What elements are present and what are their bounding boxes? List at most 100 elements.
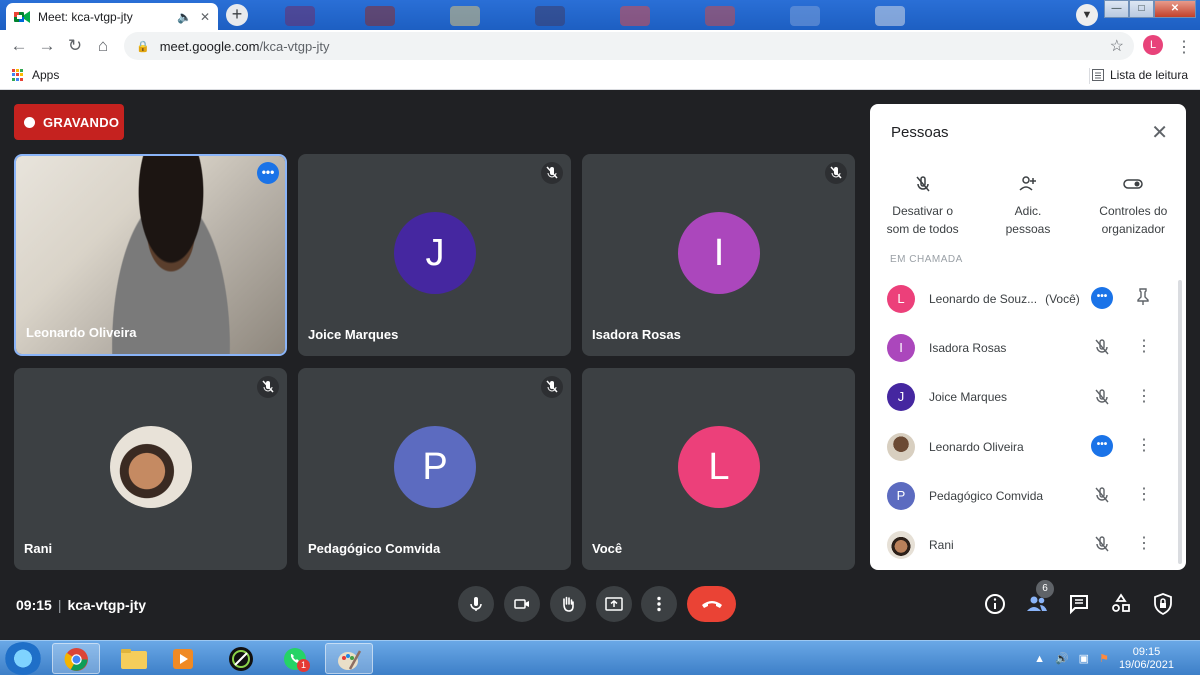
new-tab-button[interactable]: + [226,4,248,26]
close-panel-icon[interactable]: ✕ [1151,120,1168,145]
more-options-icon[interactable]: ⋮ [1136,486,1152,504]
host-controls-lock-icon[interactable] [1151,592,1175,616]
minimize-button[interactable]: — [1104,0,1129,18]
participant-tile-voce[interactable]: L Você [582,368,855,570]
taskbar-app-circle[interactable] [218,643,266,674]
participant-name: Você [592,541,623,556]
more-options-icon[interactable]: ⋮ [1136,388,1152,406]
reading-list-button[interactable]: Lista de leitura [1091,68,1188,82]
mic-off-icon[interactable] [1091,533,1113,555]
url-text: meet.google.com/kca-vtgp-jty [159,38,330,54]
system-tray: ▲ 🔊 ▣ ⚑ 09:15 19/06/2021 [1034,641,1200,675]
leave-call-button[interactable] [687,586,736,622]
more-options-button[interactable] [641,586,677,622]
avatar: P [887,481,915,510]
avatar: I [887,333,915,362]
in-call-section-label: EM CHAMADA [890,254,963,265]
you-label: (Você) [1045,291,1080,306]
participant-tile-pedagogico-comvida[interactable]: P Pedagógico Comvida [298,368,571,570]
mic-off-icon [916,176,930,192]
bookmark-star-icon[interactable]: ☆ [1110,36,1124,56]
pin-icon[interactable] [1136,288,1150,306]
action-center-flag-icon[interactable]: ⚑ [1099,652,1109,665]
forward-icon[interactable]: → [33,36,61,56]
background-tab-8[interactable] [875,6,905,26]
participant-name: Isadora Rosas [592,327,681,342]
network-icon[interactable]: ▣ [1079,652,1089,665]
raise-hand-button[interactable] [550,586,586,622]
bookmarks-bar: Apps Lista de leitura [0,62,1200,90]
home-icon[interactable]: ⌂ [89,36,117,56]
reading-list-label: Lista de leitura [1109,68,1188,82]
maximize-button[interactable]: □ [1129,0,1154,18]
participant-tile-leonardo-oliveira[interactable]: ••• Leonardo Oliveira [14,154,287,356]
recording-label: GRAVANDO [43,114,120,130]
background-tab-3[interactable] [450,6,480,26]
taskbar-explorer[interactable] [110,643,158,674]
close-window-button[interactable]: ✕ [1154,0,1196,18]
show-hidden-icons-icon[interactable]: ▲ [1034,653,1045,665]
avatar: L [887,284,915,313]
browser-menu-icon[interactable]: ⋮ [1176,37,1192,57]
folder-icon [121,649,147,669]
taskbar-chrome[interactable] [52,643,100,674]
more-options-icon[interactable]: ⋮ [1136,338,1152,356]
browser-tab-meet[interactable]: Meet: kca-vtgp-jty 🔈 ✕ [6,3,218,30]
system-clock[interactable]: 09:15 19/06/2021 [1119,646,1174,672]
host-controls-button[interactable]: Controles do organizador [1083,174,1183,238]
mute-all-button[interactable]: Desativar o som de todos [873,174,973,238]
taskbar-paint[interactable] [325,643,373,674]
taskbar-whatsapp[interactable]: 1 [270,643,318,674]
panel-title: Pessoas [891,124,949,141]
recording-dot-icon [24,116,35,128]
tab-search-icon[interactable]: ▼ [1076,4,1098,26]
meeting-info-icon[interactable] [983,592,1007,616]
address-bar[interactable]: 🔒 meet.google.com/kca-vtgp-jty ☆ [124,32,1134,60]
participant-tile-isadora-rosas[interactable]: I Isadora Rosas [582,154,855,356]
background-tab-5[interactable] [620,6,650,26]
add-people-button[interactable]: Adic. pessoas [978,174,1078,238]
background-tab-2[interactable] [365,6,395,26]
clock-date: 19/06/2021 [1118,658,1174,671]
recording-indicator[interactable]: GRAVANDO [14,104,124,140]
mic-button[interactable] [458,586,494,622]
list-item[interactable]: L Leonardo de Souz... (Você) ••• [870,274,1186,323]
taskbar-media-player[interactable] [160,643,208,674]
mic-off-icon[interactable] [1091,484,1113,506]
more-options-icon[interactable]: ⋮ [1136,535,1152,553]
list-item[interactable]: Leonardo Oliveira ••• ⋮ [870,422,1186,471]
more-options-icon[interactable]: ⋮ [1136,437,1152,455]
meeting-details: 09:15 | kca-vtgp-jty [16,597,146,613]
background-tab-7[interactable] [790,6,820,26]
chrome-icon [64,648,88,671]
mic-off-icon[interactable] [1091,386,1113,408]
mic-off-icon[interactable] [1091,336,1113,358]
reload-icon[interactable]: ↻ [61,36,89,56]
panel-scrollbar[interactable] [1178,280,1182,564]
avatar: J [887,383,915,412]
participant-tile-rani[interactable]: Rani [14,368,287,570]
profile-avatar[interactable]: L [1143,35,1163,55]
audio-playing-icon[interactable]: 🔈 [177,10,192,24]
more-options-icon[interactable]: ••• [257,162,279,184]
background-tab-4[interactable] [535,6,565,26]
close-tab-icon[interactable]: ✕ [200,10,210,24]
camera-button[interactable] [504,586,540,622]
present-screen-button[interactable] [596,586,632,622]
list-item[interactable]: I Isadora Rosas ⋮ [870,323,1186,372]
lock-icon[interactable]: 🔒 [136,40,150,53]
list-item[interactable]: P Pedagógico Comvida ⋮ [870,471,1186,520]
activities-icon[interactable] [1109,592,1133,616]
google-meet-icon [14,10,30,23]
background-tab-1[interactable] [285,6,315,26]
list-item[interactable]: Rani ⋮ [870,520,1186,569]
volume-icon[interactable]: 🔊 [1055,652,1069,665]
participant-avatar: P [394,426,476,508]
list-item[interactable]: J Joice Marques ⋮ [870,373,1186,422]
participant-tile-joice-marques[interactable]: J Joice Marques [298,154,571,356]
back-icon[interactable]: ← [5,36,33,56]
apps-shortcut[interactable]: Apps [12,68,59,82]
start-button[interactable] [4,642,42,675]
background-tab-6[interactable] [705,6,735,26]
chat-icon[interactable] [1067,592,1091,616]
